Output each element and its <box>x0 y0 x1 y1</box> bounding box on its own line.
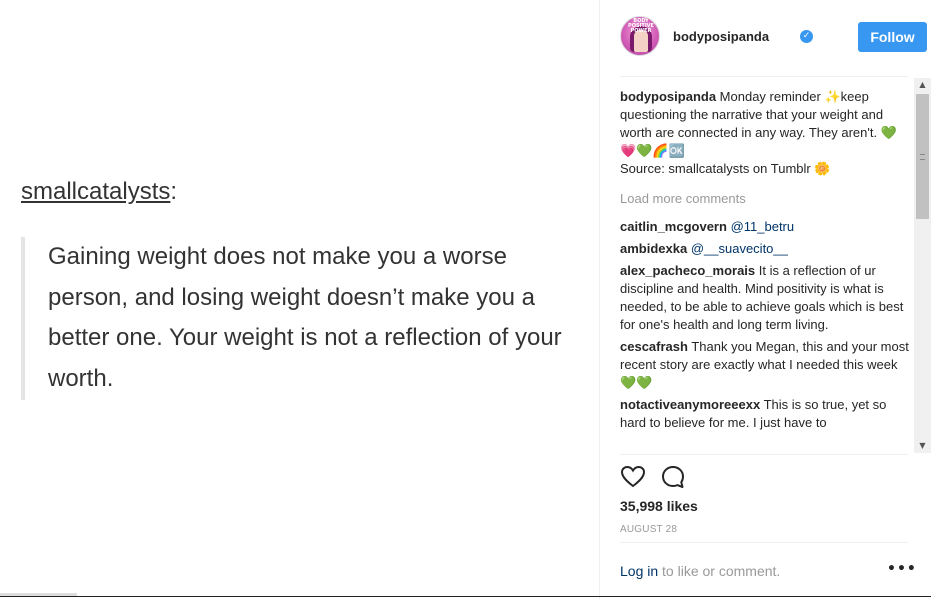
actions-divider <box>620 454 908 455</box>
post-caption: bodyposipanda Monday reminder ✨keep ques… <box>620 88 910 178</box>
comment-mention[interactable]: @11_betru <box>731 219 795 234</box>
quote-author-colon: : <box>170 178 178 205</box>
post-date[interactable]: AUGUST 28 <box>620 524 677 535</box>
comment-mention[interactable]: @__suavecito__ <box>691 241 788 256</box>
comment-username[interactable]: notactiveanymoreeexx <box>620 397 760 412</box>
avatar[interactable]: BODY POSITIVE POWER <box>620 16 660 56</box>
scrollbar-grip-icon <box>920 154 925 160</box>
footer-divider <box>620 542 908 543</box>
comments-scrollbar[interactable]: ▲ ▼ <box>914 78 931 453</box>
avatar-text: BODY POSITIVE POWER <box>628 18 654 34</box>
quote-author: smallcatalysts: <box>21 178 177 206</box>
quote-text: Gaining weight does not make you a worse… <box>21 237 581 400</box>
login-prompt: Log in to like or comment. <box>620 563 780 579</box>
login-link[interactable]: Log in <box>620 563 658 579</box>
follow-button[interactable]: Follow <box>858 22 927 52</box>
list-item: cescafrash Thank you Megan, this and you… <box>620 338 910 392</box>
load-more-comments-button[interactable]: Load more comments <box>620 190 910 208</box>
list-item: caitlin_mcgovern @11_betru <box>620 218 910 236</box>
likes-count[interactable]: 35,998 likes <box>620 498 698 514</box>
comment-username[interactable]: ambidexka <box>620 241 687 256</box>
caption-username[interactable]: bodyposipanda <box>620 89 716 104</box>
comments-list[interactable]: bodyposipanda Monday reminder ✨keep ques… <box>620 88 910 454</box>
heart-icon[interactable] <box>620 464 648 492</box>
post-actions <box>620 464 908 492</box>
login-text: to like or comment. <box>658 563 781 579</box>
post-side-panel: BODY POSITIVE POWER bodyposipanda ✓ Foll… <box>601 0 931 599</box>
comment-username[interactable]: caitlin_mcgovern <box>620 219 727 234</box>
post-image: smallcatalysts: Gaining weight does not … <box>0 0 600 599</box>
list-item: notactiveanymoreeexx This is so true, ye… <box>620 396 910 432</box>
comment-username[interactable]: cescafrash <box>620 339 688 354</box>
scroll-up-arrow-icon[interactable]: ▲ <box>914 78 931 92</box>
comment-icon[interactable] <box>660 464 688 492</box>
caption-source: Source: smallcatalysts on Tumblr 🌼 <box>620 161 831 176</box>
list-item: ambidexka @__suavecito__ <box>620 240 910 258</box>
scrollbar-thumb[interactable] <box>916 94 929 219</box>
quote-author-link[interactable]: smallcatalysts <box>21 178 170 205</box>
list-item: alex_pacheco_morais It is a reflection o… <box>620 262 910 334</box>
more-options-icon[interactable]: ••• <box>887 561 917 577</box>
header-username[interactable]: bodyposipanda <box>673 29 769 44</box>
scroll-down-arrow-icon[interactable]: ▼ <box>914 439 931 453</box>
header-divider <box>620 76 908 77</box>
post-header: BODY POSITIVE POWER bodyposipanda ✓ Foll… <box>620 16 927 58</box>
comment-username[interactable]: alex_pacheco_morais <box>620 263 755 278</box>
verified-badge-icon: ✓ <box>800 30 813 43</box>
